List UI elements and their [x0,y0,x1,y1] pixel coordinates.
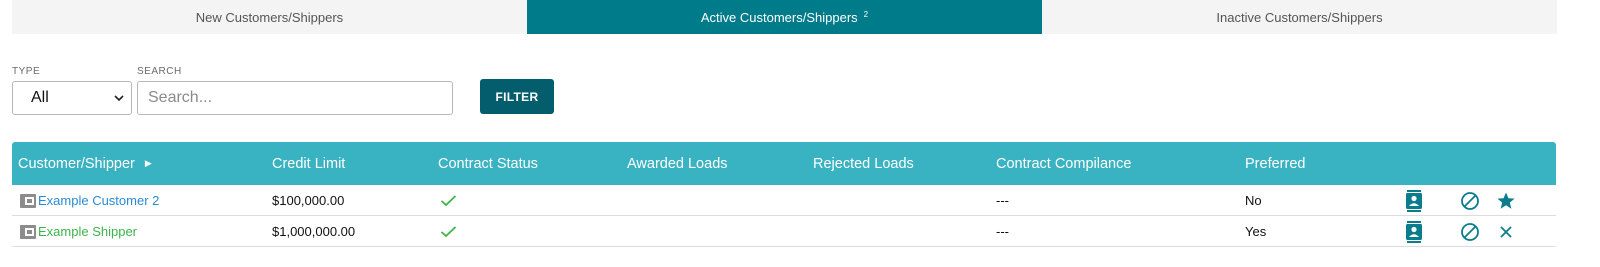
tab-label: New Customers/Shippers [195,9,344,25]
star-icon[interactable] [1495,190,1517,212]
customer-shipper-cell: Example Customer 2 [20,185,159,216]
tab-label: Active Customers/Shippers [700,9,858,25]
column-header-preferred: Preferred [1245,155,1306,172]
type-select[interactable]: All [12,81,132,115]
customer-link[interactable]: Example Customer 2 [38,193,159,208]
table-row: Example Shipper $1,000,000.00 --- Yes [12,216,1556,247]
column-header-credit-limit: Credit Limit [272,155,346,172]
contract-compliance-cell: --- [996,193,1009,208]
contract-compliance-cell: --- [996,224,1009,239]
company-icon [20,193,36,208]
block-icon[interactable] [1459,190,1481,212]
preferred-cell: Yes [1245,224,1267,239]
column-header-label: Customer/Shipper [18,155,135,172]
check-icon [440,226,457,238]
tab-count-badge: 2 [863,9,869,19]
chevron-down-icon [114,95,124,102]
column-header-contract-compliance: Contract Compilance [996,155,1132,172]
contact-card-icon[interactable] [1403,221,1425,243]
block-icon[interactable] [1459,221,1481,243]
status-tabs: New Customers/Shippers Active Customers/… [12,0,1557,34]
credit-limit-cell: $1,000,000.00 [272,224,356,239]
shipper-link[interactable]: Example Shipper [38,224,137,239]
contract-status-cell [440,185,457,216]
tab-label: Inactive Customers/Shippers [1216,9,1383,25]
customer-shipper-cell: Example Shipper [20,216,137,247]
search-input[interactable] [137,81,453,115]
column-header-customer-shipper[interactable]: Customer/Shipper ▶ [18,142,152,185]
search-label: SEARCH [137,66,182,77]
contract-status-cell [440,216,457,247]
filter-button[interactable]: FILTER [480,79,554,114]
tab-active-customers-shippers[interactable]: Active Customers/Shippers 2 [527,0,1042,34]
column-header-rejected-loads: Rejected Loads [813,155,914,172]
company-icon [20,224,36,239]
credit-limit-cell: $100,000.00 [272,193,345,208]
tab-inactive-customers-shippers[interactable]: Inactive Customers/Shippers [1042,0,1557,34]
column-header-awarded-loads: Awarded Loads [627,155,728,172]
contact-card-icon[interactable] [1403,190,1425,212]
table-header: Customer/Shipper ▶ Credit Limit Contract… [12,142,1556,185]
preferred-cell: No [1245,193,1262,208]
type-select-value: All [31,89,49,106]
column-header-contract-status: Contract Status [438,155,538,172]
type-label: TYPE [12,66,41,77]
table-row: Example Customer 2 $100,000.00 --- No [12,185,1556,216]
sort-arrow-icon[interactable]: ▶ [145,158,152,169]
close-icon[interactable] [1495,221,1517,243]
check-icon [440,195,457,207]
tab-new-customers-shippers[interactable]: New Customers/Shippers [12,0,527,34]
